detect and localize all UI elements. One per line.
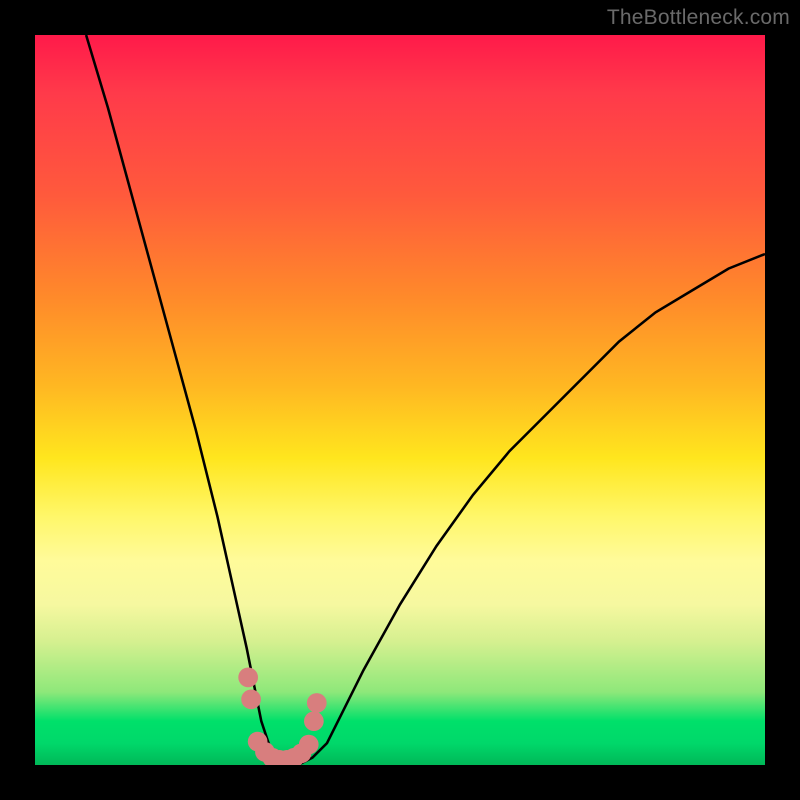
chart-frame: TheBottleneck.com [0,0,800,800]
watermark-text: TheBottleneck.com [607,6,790,30]
chart-background [35,35,765,765]
